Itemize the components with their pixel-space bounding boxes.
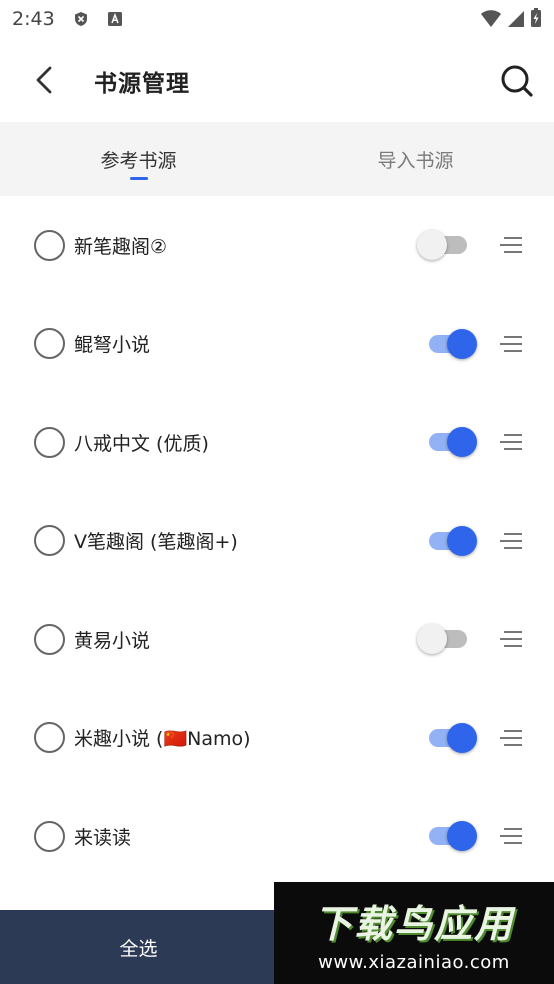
search-icon	[501, 65, 533, 97]
list-item: 黄易小说	[0, 590, 554, 689]
tab-reference-sources[interactable]: 参考书源	[0, 122, 277, 196]
tab-indicator	[129, 177, 148, 180]
app-bar: 书源管理	[0, 38, 554, 122]
back-button[interactable]	[26, 62, 62, 98]
status-bar: 2:43	[0, 0, 554, 38]
select-radio[interactable]	[34, 820, 65, 852]
tab-label: 导入书源	[377, 149, 454, 172]
battery-charging-icon	[531, 8, 541, 27]
list-item: 鲲弩小说	[0, 295, 554, 394]
source-name: V笔趣阁 (笔趣阁+)	[74, 531, 238, 554]
enable-toggle[interactable]	[415, 425, 481, 459]
select-radio[interactable]	[34, 426, 65, 458]
drag-handle-icon[interactable]	[498, 629, 524, 649]
font-app-icon	[107, 12, 122, 26]
drag-handle-icon[interactable]	[498, 728, 524, 748]
shield-icon	[74, 12, 87, 26]
status-time: 2:43	[12, 8, 55, 30]
list-item: 来读读	[0, 787, 554, 886]
source-tabs: 参考书源 导入书源	[0, 122, 554, 196]
watermark-title: 下载鸟应用	[313, 902, 514, 946]
wifi-icon	[481, 10, 501, 27]
enable-toggle[interactable]	[415, 228, 481, 262]
page-title: 书源管理	[94, 71, 190, 97]
enable-toggle[interactable]	[415, 622, 481, 656]
status-right-icons	[480, 8, 542, 28]
enable-toggle[interactable]	[415, 819, 481, 853]
watermark-url: www.xiazainiao.com	[318, 952, 510, 973]
source-name: 黄易小说	[74, 629, 151, 652]
select-radio[interactable]	[34, 623, 65, 655]
source-name: 米趣小说 (🇨🇳Namo)	[74, 728, 251, 751]
tab-import-sources[interactable]: 导入书源	[277, 122, 554, 196]
list-item: 米趣小说 (🇨🇳Namo)	[0, 689, 554, 788]
select-radio[interactable]	[34, 328, 65, 360]
select-radio[interactable]	[34, 525, 65, 557]
watermark-logo: 下载鸟应用 www.xiazainiao.com	[274, 882, 554, 984]
drag-handle-icon[interactable]	[498, 826, 524, 846]
back-arrow-icon	[36, 66, 52, 94]
source-name: 八戒中文 (优质)	[74, 432, 209, 455]
drag-handle-icon[interactable]	[498, 334, 524, 354]
drag-handle-icon[interactable]	[498, 432, 524, 452]
select-radio[interactable]	[34, 229, 65, 261]
source-name: 新笔趣阁②	[74, 235, 168, 258]
enable-toggle[interactable]	[415, 327, 481, 361]
source-name: 来读读	[74, 826, 132, 849]
select-all-button[interactable]: 全选	[0, 910, 277, 984]
source-name: 鲲弩小说	[74, 334, 151, 357]
list-item: 新笔趣阁②	[0, 196, 554, 295]
drag-handle-icon[interactable]	[498, 235, 524, 255]
drag-handle-icon[interactable]	[498, 531, 524, 551]
list-item: V笔趣阁 (笔趣阁+)	[0, 492, 554, 591]
enable-toggle[interactable]	[415, 721, 481, 755]
select-radio[interactable]	[34, 722, 65, 754]
tab-label: 参考书源	[100, 149, 177, 172]
source-list: 新笔趣阁② 鲲弩小说 八戒中文 (优质) V笔趣阁 (笔趣阁+) 黄易小说 米趣…	[0, 196, 554, 886]
list-item: 八戒中文 (优质)	[0, 393, 554, 492]
enable-toggle[interactable]	[415, 524, 481, 558]
cellular-signal-icon	[508, 11, 524, 27]
search-button[interactable]	[498, 62, 536, 100]
